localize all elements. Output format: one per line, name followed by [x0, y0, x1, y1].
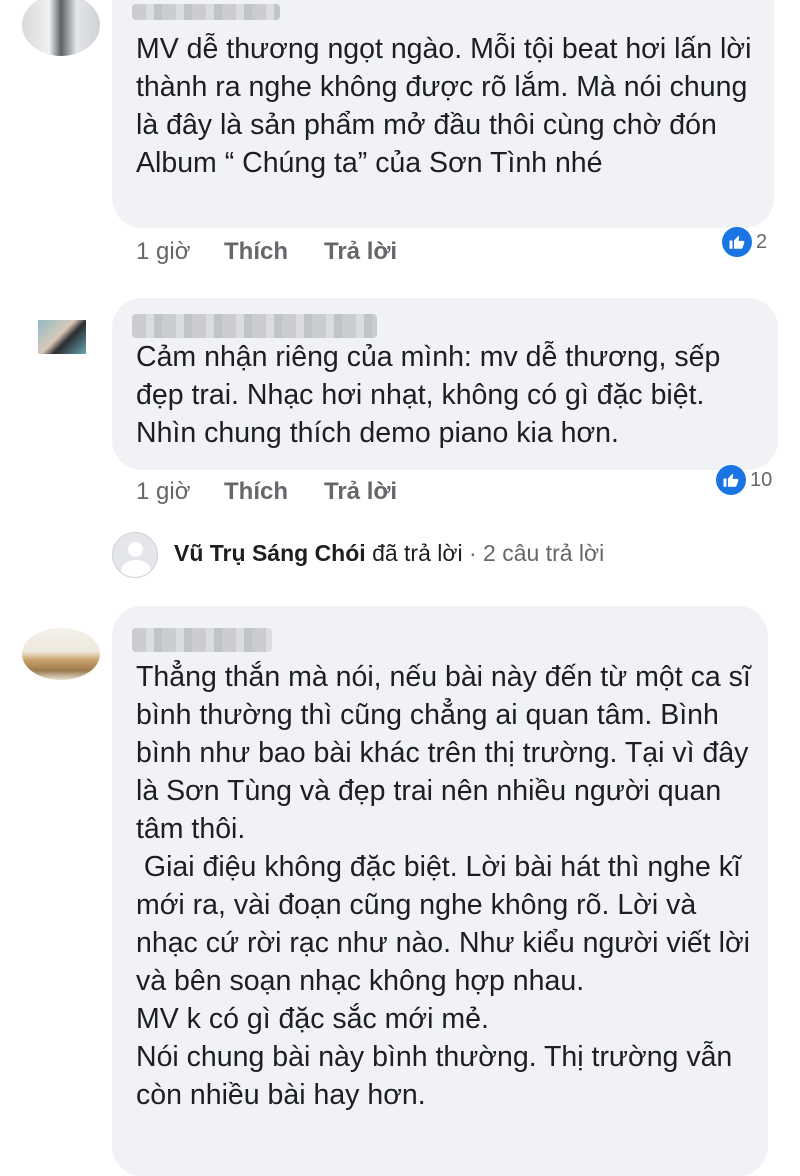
- replier-name: Vũ Trụ Sáng Chói: [174, 540, 366, 566]
- reply-button[interactable]: Trả lời: [324, 238, 397, 266]
- comment-time[interactable]: 1 giờ: [136, 478, 190, 506]
- reaction-summary[interactable]: 2: [722, 225, 767, 259]
- reaction-summary[interactable]: 10: [716, 463, 772, 497]
- blurred-commenter-name[interactable]: [132, 4, 280, 20]
- comment-text: Thẳng thắn mà nói, nếu bài này đến từ mộ…: [136, 661, 751, 1111]
- reply-action-text: đã trả lời: [372, 540, 463, 566]
- comment-time[interactable]: 1 giờ: [136, 238, 190, 266]
- like-button[interactable]: Thích: [224, 478, 288, 506]
- commenter-avatar[interactable]: [22, 0, 100, 56]
- blurred-commenter-name[interactable]: [132, 628, 272, 652]
- reaction-count: 10: [750, 468, 773, 491]
- like-icon: [716, 465, 746, 495]
- comment-bubble: Thẳng thắn mà nói, nếu bài này đến từ mộ…: [112, 606, 768, 1176]
- commenter-avatar[interactable]: [38, 320, 86, 354]
- comment-actions: 1 giờ Thích Trả lời: [136, 478, 436, 508]
- reply-separator: ·: [468, 540, 477, 566]
- like-button[interactable]: Thích: [224, 238, 288, 266]
- comment-bubble: Cảm nhận riêng của mình: mv dễ thương, s…: [112, 298, 778, 470]
- like-icon: [722, 227, 752, 257]
- commenter-avatar[interactable]: [22, 628, 100, 680]
- comment-text: Cảm nhận riêng của mình: mv dễ thương, s…: [136, 341, 729, 449]
- comment-text: MV dễ thương ngọt ngào. Mỗi tội beat hơi…: [136, 33, 760, 179]
- comment-bubble: MV dễ thương ngọt ngào. Mỗi tội beat hơi…: [112, 0, 774, 228]
- reply-button[interactable]: Trả lời: [324, 478, 397, 506]
- view-replies-link[interactable]: Vũ Trụ Sáng Chói đã trả lời · 2 câu trả …: [174, 540, 604, 567]
- default-profile-avatar[interactable]: [112, 532, 158, 578]
- reply-count: 2 câu trả lời: [483, 540, 605, 566]
- blurred-commenter-name[interactable]: [132, 314, 377, 338]
- reaction-count: 2: [756, 230, 768, 253]
- comment-actions: 1 giờ Thích Trả lời: [136, 238, 436, 268]
